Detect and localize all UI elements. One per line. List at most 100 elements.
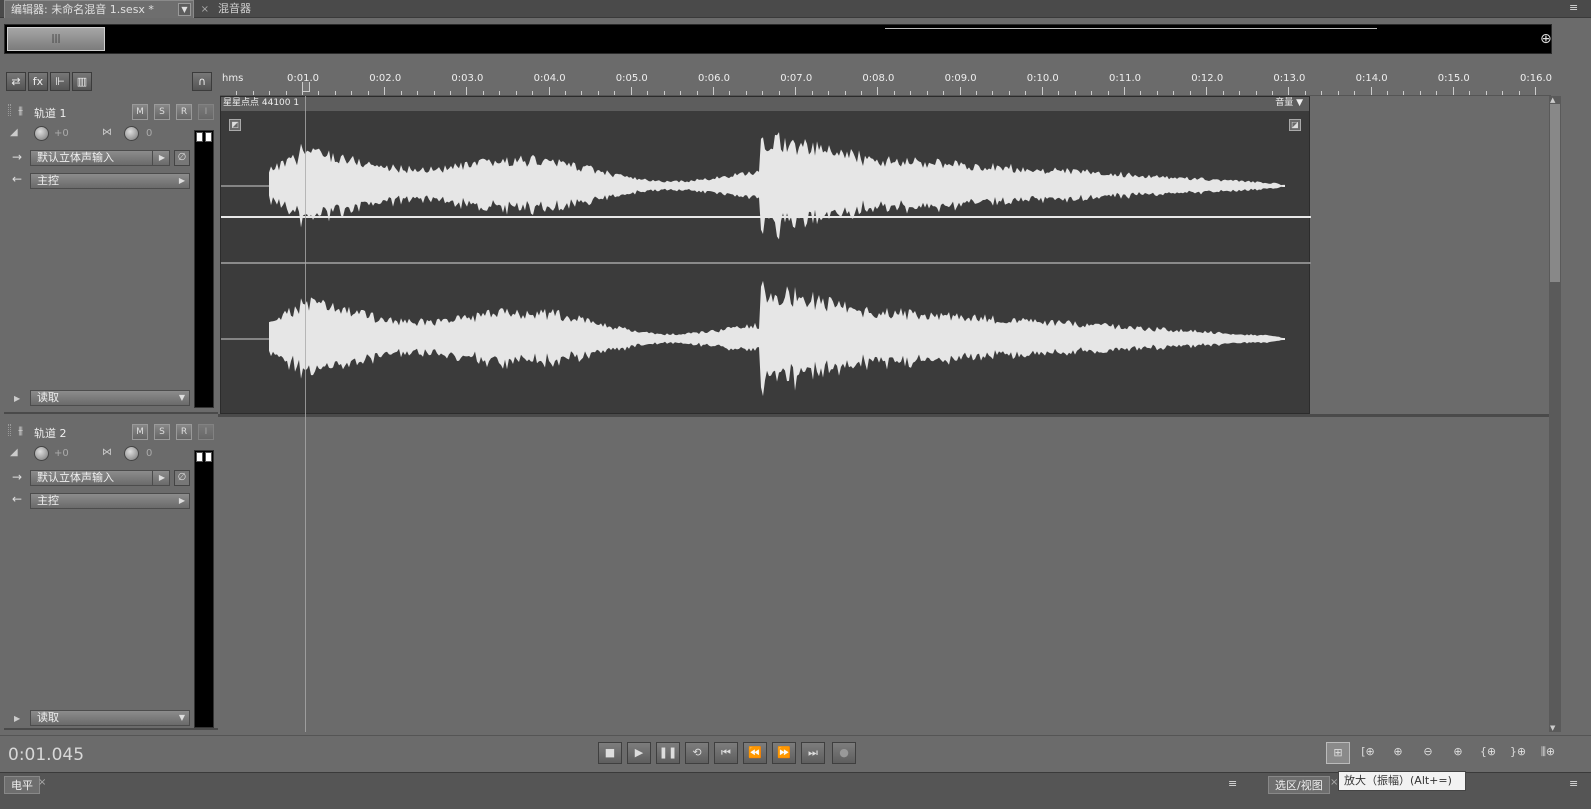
- panel-menu-icon[interactable]: ≡: [1569, 778, 1583, 790]
- playhead-marker[interactable]: [302, 82, 310, 92]
- eq-icon[interactable]: ▥: [72, 72, 92, 91]
- phase-invert-button[interactable]: ∅: [174, 470, 190, 486]
- automation-mode-select[interactable]: 读取 ▼: [30, 390, 190, 406]
- ruler-minor-tick: [433, 91, 435, 95]
- tab-mixer[interactable]: 混音器: [212, 0, 257, 18]
- fx-icon[interactable]: fx: [28, 72, 48, 91]
- tab-selection-view[interactable]: 选区/视图: [1268, 776, 1330, 794]
- zoom-out-point-icon[interactable]: }⊕: [1506, 742, 1530, 764]
- expand-triangle-icon[interactable]: ▶: [14, 394, 20, 403]
- transport-bar: 0:01.045 ■ ▶ ❚❚ ⟲ ⏮ ⏪ ⏩ ⏭ ● ⊞ [⊕ ⊕ ⊖ ⊕ {⊕ }⊕ ⫼⊕: [0, 735, 1591, 771]
- swap-icon[interactable]: ⇄: [6, 72, 26, 91]
- timeline-ruler[interactable]: hms 0:01.0 0:02.0 0:03.0 0:04.0 0:05.0 0:06.0…: [220, 70, 1552, 96]
- zoom-in-point-icon[interactable]: {⊕: [1476, 742, 1500, 764]
- ruler-minor-tick: [828, 91, 830, 95]
- chevron-down-icon[interactable]: ▼: [178, 3, 191, 16]
- automation-mode-select[interactable]: 读取 ▼: [30, 710, 190, 726]
- track-lanes[interactable]: 星星点点 44100 1 音量 ▼ ◩ ◪: [218, 96, 1549, 732]
- zoom-selection-icon[interactable]: ⊕: [1446, 742, 1470, 764]
- track-name[interactable]: 轨道 1: [34, 105, 67, 121]
- scroll-down-icon[interactable]: ▼: [1550, 724, 1555, 732]
- ruler-tick-label: 0:11.0: [1109, 73, 1141, 84]
- tab-editor[interactable]: 编辑器: 未命名混音 1.sesx * ▼ ×: [4, 0, 209, 18]
- input-monitor-button[interactable]: I: [198, 104, 214, 120]
- ruler-minor-tick: [663, 91, 665, 95]
- close-icon[interactable]: ×: [38, 777, 46, 788]
- ruler-minor-tick: [1387, 91, 1389, 95]
- ruler-minor-tick: [1074, 91, 1076, 95]
- phase-invert-button[interactable]: ∅: [174, 150, 190, 166]
- headphones-icon[interactable]: ∩: [192, 72, 212, 91]
- zoom-amplitude-tooltip: 放大（振幅）(Alt+=): [1338, 771, 1466, 791]
- zoom-amplitude-icon[interactable]: ⊞: [1326, 742, 1350, 764]
- ruler-minor-tick: [943, 91, 945, 95]
- ruler-minor-tick: [1222, 91, 1224, 95]
- output-select-label: 主控: [37, 174, 59, 187]
- pause-button[interactable]: ❚❚: [656, 742, 680, 764]
- clip-title: 星星点点 44100 1: [223, 98, 300, 108]
- clip-volume-menu[interactable]: 音量 ▼: [1275, 97, 1303, 110]
- output-select[interactable]: 主控 ▶: [30, 493, 190, 509]
- ruler-minor-tick: [1271, 91, 1273, 95]
- audio-clip[interactable]: 星星点点 44100 1 音量 ▼ ◩ ◪: [220, 96, 1311, 414]
- zoom-out-icon[interactable]: ⊖: [1416, 742, 1440, 764]
- input-monitor-button[interactable]: I: [198, 424, 214, 440]
- volume-value[interactable]: +0: [54, 448, 69, 459]
- pan-value[interactable]: 0: [146, 128, 152, 139]
- scrollbar-thumb[interactable]: [1550, 104, 1560, 282]
- ruler-minor-tick: [1156, 91, 1158, 95]
- panel-menu-icon[interactable]: ≡: [1569, 2, 1583, 14]
- ruler-major-tick: [1041, 87, 1043, 95]
- ruler-tick-label: 0:12.0: [1191, 73, 1224, 84]
- record-arm-button[interactable]: R: [176, 424, 192, 440]
- track-name[interactable]: 轨道 2: [34, 425, 67, 441]
- stop-button[interactable]: ■: [598, 742, 622, 764]
- record-arm-button[interactable]: R: [176, 104, 192, 120]
- track-grip[interactable]: [8, 424, 11, 436]
- playhead-line[interactable]: [305, 96, 306, 732]
- record-button[interactable]: ●: [832, 742, 856, 764]
- go-to-end-button[interactable]: ⏭: [801, 742, 825, 764]
- ruler-minor-tick: [449, 91, 451, 95]
- zoom-in-left-icon[interactable]: [⊕: [1356, 742, 1380, 764]
- vertical-scrollbar[interactable]: ▲ ▼: [1549, 96, 1561, 732]
- pan-value[interactable]: 0: [146, 448, 152, 459]
- solo-button[interactable]: S: [154, 424, 170, 440]
- mute-button[interactable]: M: [132, 424, 148, 440]
- output-select[interactable]: 主控 ▶: [30, 173, 190, 189]
- tab-levels[interactable]: 电平: [4, 776, 40, 794]
- input-select[interactable]: 默认立体声输入 ▶: [30, 470, 170, 486]
- navigator-thumb[interactable]: |||: [7, 27, 105, 51]
- solo-button[interactable]: S: [154, 104, 170, 120]
- ruler-major-tick: [795, 87, 797, 95]
- zoom-navigator[interactable]: |||: [4, 24, 1552, 54]
- input-select[interactable]: 默认立体声输入 ▶: [30, 150, 170, 166]
- ruler-minor-tick: [236, 91, 238, 95]
- zoom-full-icon[interactable]: ⫼⊕: [1536, 742, 1560, 764]
- play-button[interactable]: ▶: [627, 742, 651, 764]
- pan-icon: ⋈: [102, 447, 112, 458]
- volume-knob[interactable]: [34, 126, 49, 141]
- scroll-up-icon[interactable]: ▲: [1550, 96, 1555, 104]
- rewind-button[interactable]: ⏪: [743, 742, 767, 764]
- output-arrow-icon: ←: [12, 492, 23, 506]
- chevron-right-icon: ▶: [178, 496, 185, 505]
- volume-knob[interactable]: [34, 446, 49, 461]
- loop-button[interactable]: ⟲: [685, 742, 709, 764]
- expand-triangle-icon[interactable]: ▶: [14, 714, 20, 723]
- pan-knob[interactable]: [124, 126, 139, 141]
- navigator-selection-line: [885, 28, 1377, 29]
- clip-header[interactable]: 星星点点 44100 1 音量 ▼: [221, 97, 1309, 111]
- close-icon[interactable]: ×: [201, 1, 209, 18]
- fast-forward-button[interactable]: ⏩: [772, 742, 796, 764]
- zoom-in-icon[interactable]: ⊕: [1386, 742, 1410, 764]
- zoom-navigator-icon[interactable]: ⊕: [1540, 31, 1552, 47]
- go-to-start-button[interactable]: ⏮: [714, 742, 738, 764]
- track-grip[interactable]: [8, 104, 11, 116]
- mute-button[interactable]: M: [132, 104, 148, 120]
- pan-knob[interactable]: [124, 446, 139, 461]
- time-display[interactable]: 0:01.045: [8, 745, 84, 765]
- send-icon[interactable]: ⊩: [50, 72, 70, 91]
- panel-menu-icon[interactable]: ≡: [1228, 778, 1242, 790]
- volume-value[interactable]: +0: [54, 128, 69, 139]
